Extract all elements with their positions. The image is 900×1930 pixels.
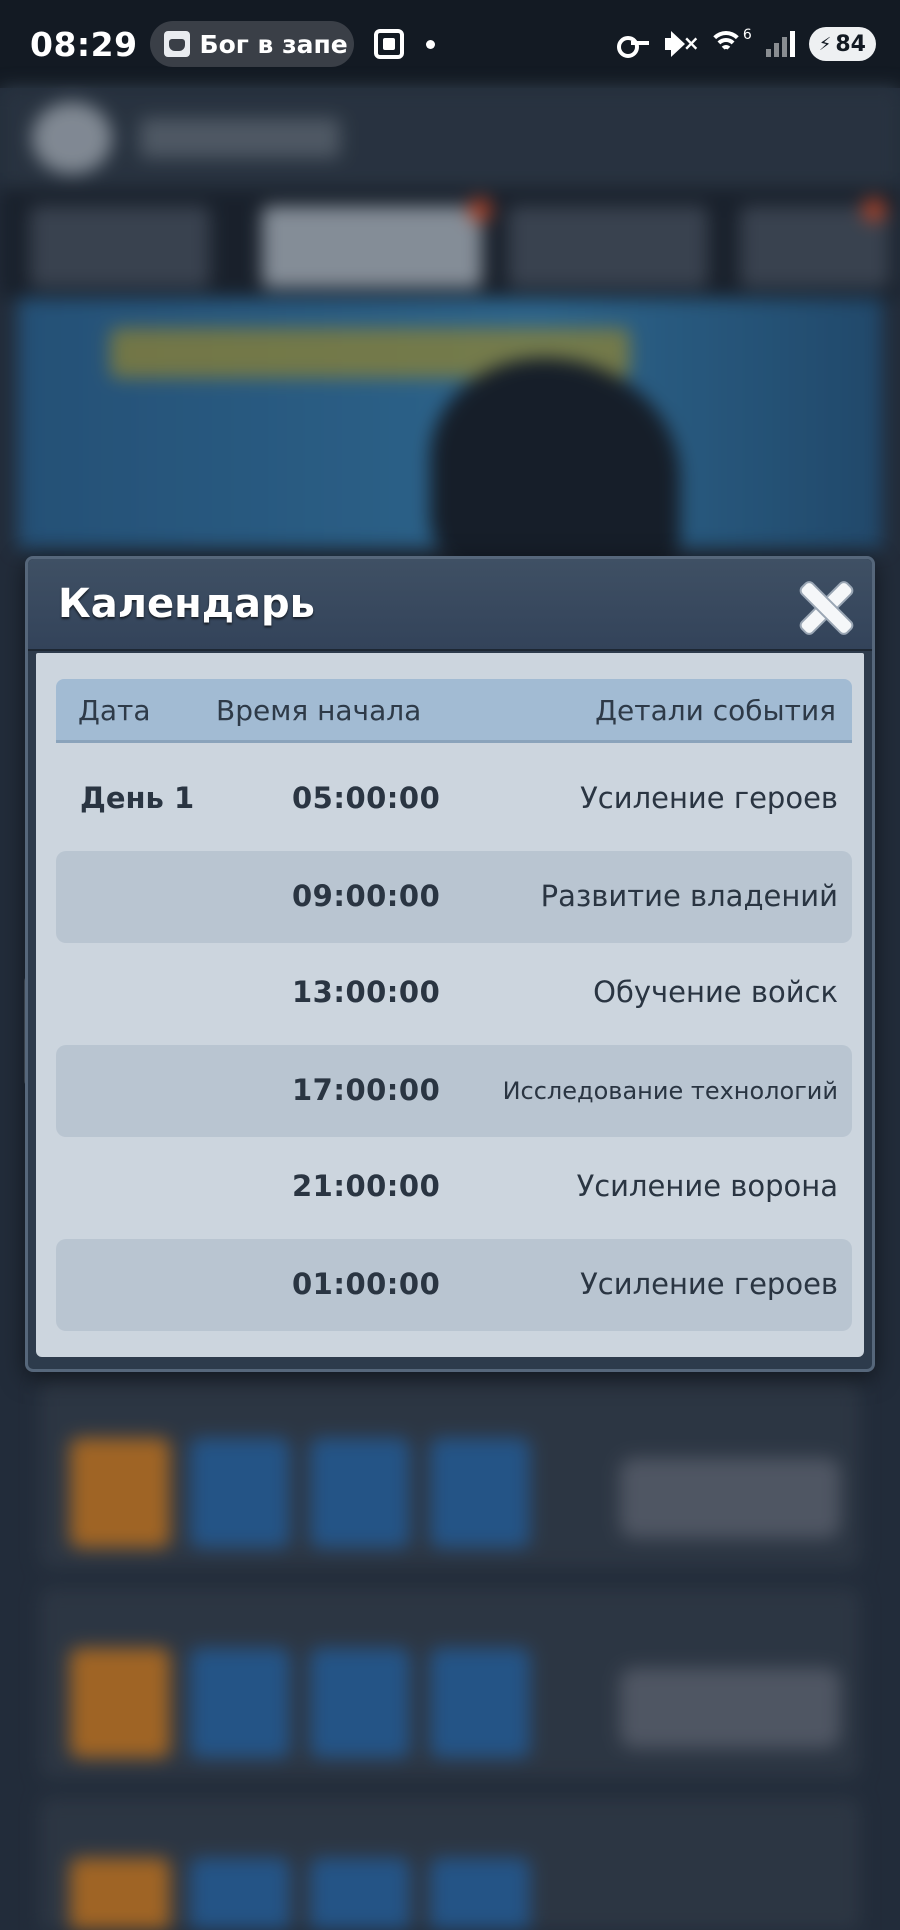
dialog-header: Календарь (28, 559, 872, 651)
screen-record-icon (373, 29, 404, 59)
table-row: 17:00:00 Исследование технологий (56, 1045, 852, 1137)
cell-signal-icon (765, 31, 795, 57)
table-row: День 1 05:00:00 Усиление героев (56, 753, 852, 845)
row-date: День 1 (80, 781, 195, 815)
row-time: 01:00:00 (292, 1267, 441, 1301)
column-header-start-time: Время начала (216, 694, 422, 727)
row-event: Усиление ворона (576, 1169, 838, 1203)
row-event: Развитие владений (540, 879, 838, 913)
row-time: 09:00:00 (292, 879, 441, 913)
column-header-event-details: Детали события (595, 694, 836, 727)
row-event: Обучение войск (593, 975, 838, 1009)
calendar-table[interactable]: Дата Время начала Детали события День 1 … (36, 653, 864, 1357)
notification-pill[interactable]: Бог в запе (149, 21, 354, 67)
mute-icon: × (663, 29, 700, 59)
column-header-date: Дата (78, 694, 151, 727)
status-bar: 08:29 Бог в запе × 6 ⚡ 84 (0, 0, 900, 88)
table-row: 01:00:00 Усиление героев (56, 1239, 852, 1331)
row-event: Исследование технологий (502, 1077, 838, 1105)
table-row: 09:00:00 Развитие владений (56, 851, 852, 943)
close-icon[interactable] (798, 579, 854, 635)
status-icons: × 6 ⚡ 84 (616, 27, 876, 61)
more-notifications-dot-icon (425, 39, 435, 49)
row-event: Усиление героев (580, 1267, 838, 1301)
vpn-key-icon (616, 36, 649, 58)
row-time: 21:00:00 (292, 1169, 441, 1203)
app-cat-icon (163, 31, 190, 57)
table-header: Дата Время начала Детали события (56, 679, 852, 743)
battery-level: 84 (835, 31, 866, 57)
clock: 08:29 (30, 24, 138, 64)
battery-indicator: ⚡ 84 (808, 27, 876, 61)
table-row: 21:00:00 Усиление ворона (56, 1141, 852, 1233)
calendar-dialog: Календарь Дата Время начала Детали событ… (25, 556, 875, 1372)
charging-bolt-icon: ⚡ (818, 33, 832, 55)
wifi-icon (707, 29, 745, 59)
table-row: 13:00:00 Обучение войск (56, 947, 852, 1039)
dialog-title: Календарь (58, 581, 315, 627)
row-time: 13:00:00 (292, 975, 441, 1009)
row-time: 05:00:00 (292, 781, 441, 815)
row-event: Усиление героев (580, 781, 838, 815)
notification-text: Бог в запе (199, 29, 348, 59)
row-time: 17:00:00 (292, 1073, 441, 1107)
